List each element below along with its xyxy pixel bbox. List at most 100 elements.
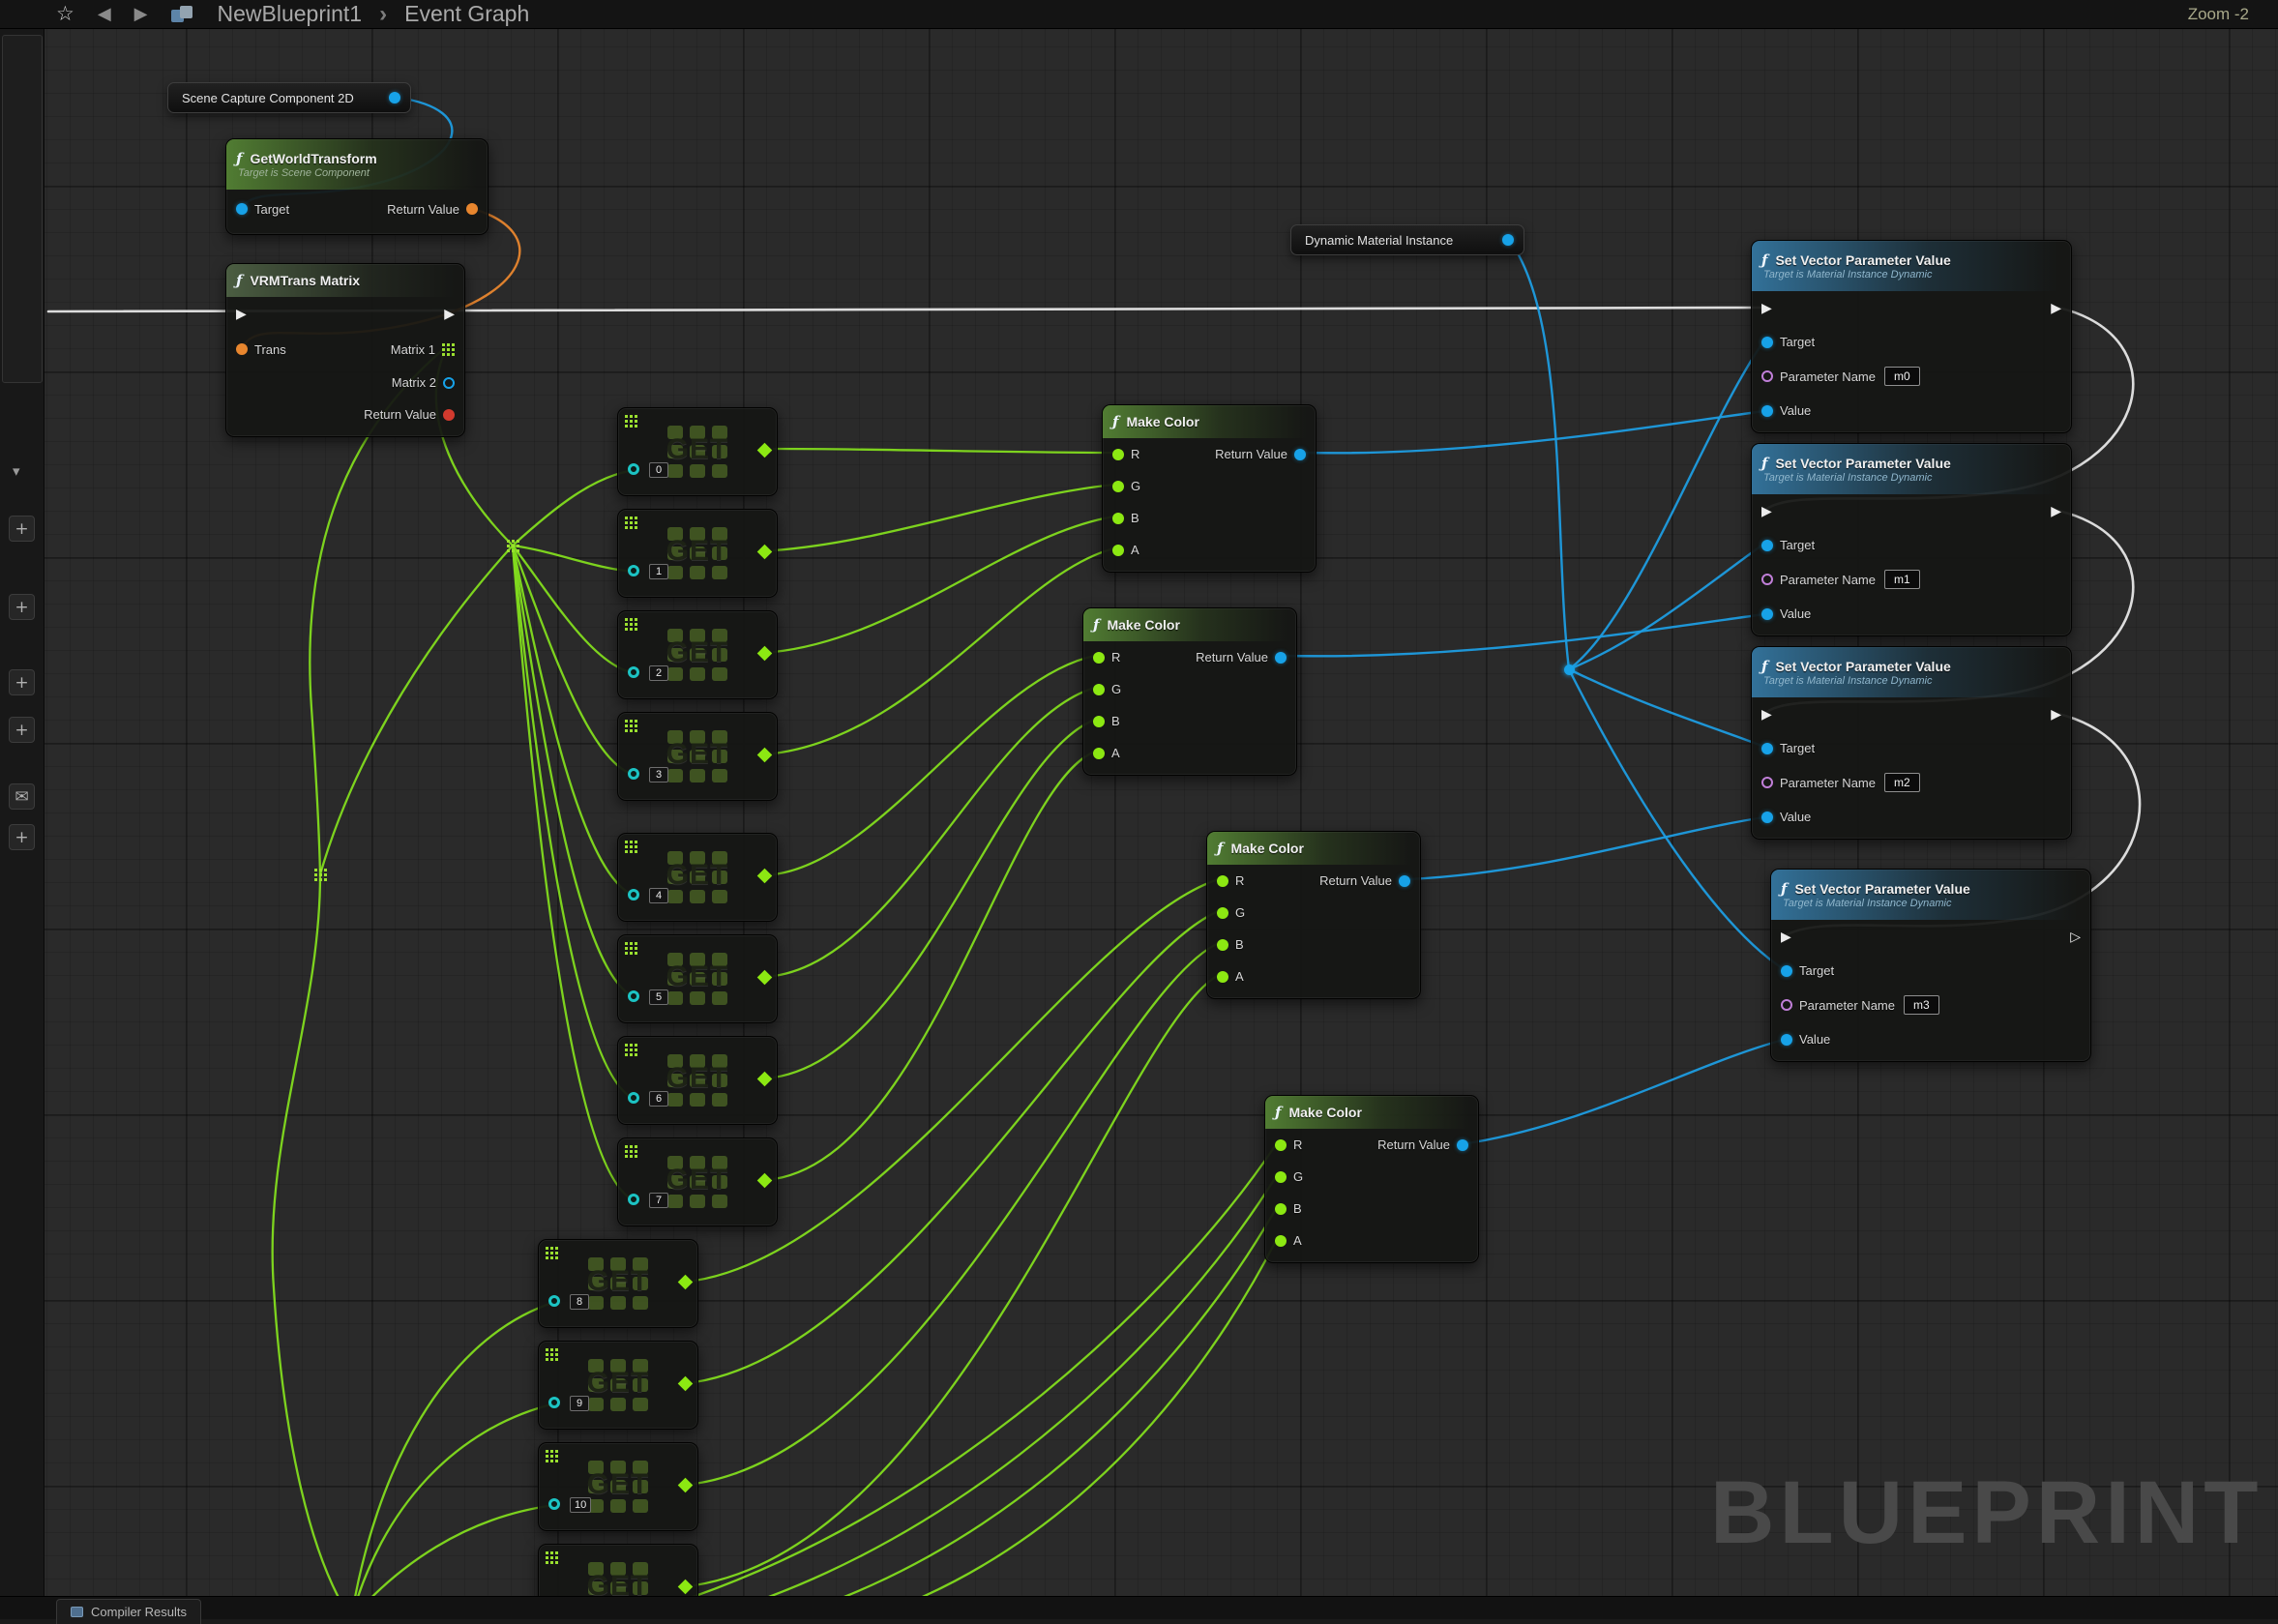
g-pin[interactable] (1217, 907, 1228, 919)
compiler-results-tab[interactable]: Compiler Results (56, 1599, 201, 1624)
index-value[interactable]: 3 (649, 767, 668, 782)
target-pin[interactable] (236, 203, 248, 215)
array-get-node-4[interactable]: GET 4 (617, 833, 778, 922)
array-get-node-9[interactable]: GET 9 (538, 1341, 698, 1430)
make-color-node-1[interactable]: ƒ Make Color R Return Value G B A (1102, 404, 1317, 573)
breadcrumb-root[interactable]: NewBlueprint1 (218, 1, 363, 27)
parameter-name-input[interactable]: m0 (1884, 367, 1920, 386)
get-world-transform-node[interactable]: ƒ GetWorldTransform Target is Scene Comp… (225, 138, 488, 235)
g-pin[interactable] (1093, 684, 1105, 695)
return-value-pin[interactable] (1275, 652, 1287, 664)
r-pin[interactable] (1112, 449, 1124, 460)
exec-in-pin[interactable]: ▶ (1781, 930, 1791, 944)
index-pin[interactable] (628, 990, 639, 1002)
array-get-node-0[interactable]: GET 0 (617, 407, 778, 496)
g-pin[interactable] (1112, 481, 1124, 492)
make-color-node-3[interactable]: ƒ Make Color R Return Value G B A (1206, 831, 1421, 999)
set-vector-parameter-node-3[interactable]: ƒ Set Vector Parameter Value Target is M… (1751, 646, 2072, 840)
make-color-node-2[interactable]: ƒ Make Color R Return Value G B A (1082, 607, 1297, 776)
reroute-node[interactable] (1564, 664, 1575, 675)
value-pin[interactable] (1781, 1034, 1792, 1046)
array-get-node-2[interactable]: GET 2 (617, 610, 778, 699)
index-value[interactable]: 1 (649, 564, 668, 579)
set-vector-parameter-node-4[interactable]: ƒ Set Vector Parameter Value Target is M… (1770, 869, 2091, 1062)
collapsed-panel[interactable] (2, 35, 43, 383)
exec-out-pin[interactable]: ▷ (2070, 930, 2081, 944)
output-pin[interactable] (389, 92, 400, 103)
parameter-name-pin[interactable] (1761, 777, 1773, 788)
exec-out-pin[interactable]: ▶ (2051, 302, 2061, 315)
graph-canvas[interactable]: BLUEPRINT Scene Capture Component 2D Dyn… (44, 29, 2278, 1596)
exec-in-pin[interactable]: ▶ (1761, 708, 1772, 722)
parameter-name-pin[interactable] (1761, 574, 1773, 585)
exec-out-pin[interactable]: ▶ (444, 308, 455, 321)
exec-out-pin[interactable]: ▶ (2051, 505, 2061, 518)
variable-node-dynamic-material[interactable]: Dynamic Material Instance (1290, 224, 1524, 255)
add-button[interactable]: + (9, 516, 35, 542)
index-value[interactable]: 2 (649, 665, 668, 681)
index-pin[interactable] (628, 1092, 639, 1104)
array-get-node-6[interactable]: GET 6 (617, 1036, 778, 1125)
b-pin[interactable] (1093, 716, 1105, 727)
target-pin[interactable] (1761, 540, 1773, 551)
make-color-node-4[interactable]: ƒ Make Color R Return Value G B A (1264, 1095, 1479, 1263)
return-value-pin[interactable] (466, 203, 478, 215)
return-value-pin[interactable] (1457, 1139, 1468, 1151)
parameter-name-pin[interactable] (1781, 999, 1792, 1011)
index-pin[interactable] (548, 1498, 560, 1510)
r-pin[interactable] (1093, 652, 1105, 664)
target-pin[interactable] (1761, 337, 1773, 348)
array-get-node-3[interactable]: GET 3 (617, 712, 778, 801)
target-pin[interactable] (1781, 965, 1792, 977)
matrix-array-pin[interactable] (442, 343, 455, 356)
index-pin[interactable] (628, 889, 639, 901)
index-pin[interactable] (628, 463, 639, 475)
trans-pin[interactable] (236, 343, 248, 355)
set-vector-parameter-node-1[interactable]: ƒ Set Vector Parameter Value Target is M… (1751, 240, 2072, 433)
index-value[interactable]: 6 (649, 1091, 668, 1107)
return-value-pin[interactable] (1399, 875, 1410, 887)
b-pin[interactable] (1275, 1203, 1287, 1215)
exec-in-pin[interactable]: ▶ (236, 308, 247, 321)
index-pin[interactable] (548, 1397, 560, 1408)
index-value[interactable]: 7 (649, 1193, 668, 1208)
add-button[interactable]: + (9, 717, 35, 743)
b-pin[interactable] (1217, 939, 1228, 951)
index-value[interactable]: 9 (570, 1396, 589, 1411)
output-pin[interactable] (1502, 234, 1514, 246)
index-pin[interactable] (628, 1194, 639, 1205)
reroute-node[interactable] (507, 540, 519, 552)
target-pin[interactable] (1761, 743, 1773, 754)
add-button[interactable]: + (9, 594, 35, 620)
add-button[interactable]: + (9, 669, 35, 695)
exec-in-pin[interactable]: ▶ (1761, 302, 1772, 315)
variable-node-scene-capture[interactable]: Scene Capture Component 2D (167, 82, 411, 113)
array-get-node-8[interactable]: GET 8 (538, 1239, 698, 1328)
index-pin[interactable] (628, 768, 639, 780)
a-pin[interactable] (1275, 1235, 1287, 1247)
favorite-star-icon[interactable]: ☆ (56, 4, 74, 24)
array-get-node-11[interactable]: GET 11 (538, 1544, 698, 1596)
mail-icon-button[interactable]: ✉ (9, 783, 35, 810)
parameter-name-input[interactable]: m2 (1884, 773, 1920, 792)
index-pin[interactable] (548, 1295, 560, 1307)
parameter-name-input[interactable]: m1 (1884, 570, 1920, 589)
return-value-pin[interactable] (443, 409, 455, 421)
array-get-node-7[interactable]: GET 7 (617, 1137, 778, 1226)
forward-icon[interactable]: ▶ (134, 6, 148, 23)
index-value[interactable]: 5 (649, 989, 668, 1005)
breadcrumb-page[interactable]: Event Graph (404, 1, 529, 27)
array-get-node-1[interactable]: GET 1 (617, 509, 778, 598)
matrix2-pin[interactable] (443, 377, 455, 389)
a-pin[interactable] (1093, 748, 1105, 759)
index-value[interactable]: 0 (649, 462, 668, 478)
reroute-node[interactable] (314, 869, 327, 881)
back-icon[interactable]: ◀ (98, 6, 111, 23)
r-pin[interactable] (1275, 1139, 1287, 1151)
value-pin[interactable] (1761, 812, 1773, 823)
add-button[interactable]: + (9, 824, 35, 850)
index-pin[interactable] (628, 666, 639, 678)
expand-caret-icon[interactable]: ▾ (13, 462, 20, 480)
index-pin[interactable] (628, 565, 639, 576)
index-value[interactable]: 8 (570, 1294, 589, 1310)
